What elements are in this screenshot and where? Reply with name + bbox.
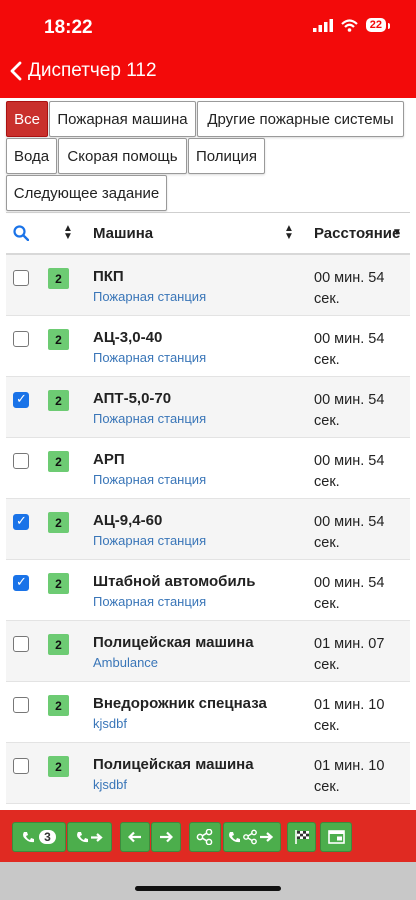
vehicle-name: Полицейская машина bbox=[93, 634, 254, 651]
row-checkbox[interactable] bbox=[13, 636, 29, 652]
arrow-right-icon bbox=[160, 831, 173, 843]
vehicle-station[interactable]: Пожарная станция bbox=[93, 472, 206, 487]
count-badge: 2 bbox=[48, 512, 69, 533]
status-icons: 22 bbox=[312, 18, 391, 32]
vehicle-name: Полицейская машина bbox=[93, 756, 254, 773]
vehicle-distance: 00 мин. 54 сек. bbox=[314, 331, 385, 368]
finish-button[interactable] bbox=[287, 822, 316, 852]
vehicle-name: АПТ-5,0-70 bbox=[93, 390, 172, 407]
row-checkbox[interactable] bbox=[13, 453, 29, 469]
vehicle-distance: 01 мин. 07 сек. bbox=[314, 636, 385, 673]
table-row[interactable]: 2 Штабной автомобиль Пожарная станция 00… bbox=[6, 560, 410, 621]
vehicle-name: АРП bbox=[93, 451, 125, 468]
count-badge: 2 bbox=[48, 573, 69, 594]
call-count-badge: 3 bbox=[39, 830, 56, 844]
next-button[interactable] bbox=[151, 822, 181, 852]
phone-share-forward-icon bbox=[229, 829, 274, 845]
row-checkbox[interactable] bbox=[13, 513, 29, 530]
phone-forward-icon bbox=[76, 831, 103, 842]
phone-icon bbox=[23, 831, 35, 842]
table-header: ▲ ▼ Машина ▲ ▼ Расстояние ▼ bbox=[6, 213, 410, 255]
table-row[interactable]: 2 Полицейская машина kjsdbf 01 мин. 10 се… bbox=[6, 743, 410, 804]
page-title: Диспетчер 112 bbox=[28, 60, 157, 81]
back-button[interactable]: Диспетчер 112 bbox=[10, 60, 157, 82]
count-badge: 2 bbox=[48, 695, 69, 716]
count-badge: 2 bbox=[48, 634, 69, 655]
vehicle-distance: 00 мин. 54 сек. bbox=[314, 270, 385, 307]
home-area bbox=[0, 862, 416, 900]
vehicle-name: АЦ-3,0-40 bbox=[93, 329, 163, 346]
filter-other-fire-systems[interactable]: Другие пожарные системы bbox=[197, 101, 404, 137]
column-vehicle[interactable]: Машина bbox=[93, 225, 153, 242]
call-button[interactable]: 3 bbox=[12, 822, 66, 852]
row-checkbox[interactable] bbox=[13, 270, 29, 286]
home-indicator[interactable] bbox=[135, 886, 281, 891]
sort-icon[interactable]: ▲ ▼ bbox=[284, 224, 294, 242]
vehicle-station[interactable]: Пожарная станция bbox=[93, 533, 206, 548]
window-button[interactable] bbox=[320, 822, 352, 852]
vehicle-name: АЦ-9,4-60 bbox=[93, 512, 163, 529]
count-badge: 2 bbox=[48, 268, 69, 289]
signal-icon bbox=[312, 18, 333, 32]
vehicle-name: Штабной автомобиль bbox=[93, 573, 256, 590]
row-checkbox[interactable] bbox=[13, 697, 29, 713]
vehicle-distance: 01 мин. 10 сек. bbox=[314, 758, 385, 795]
vehicle-station[interactable]: Пожарная станция bbox=[93, 289, 206, 304]
vehicle-station[interactable]: Пожарная станция bbox=[93, 594, 206, 609]
window-icon bbox=[327, 830, 345, 844]
status-time: 18:22 bbox=[44, 17, 93, 38]
row-checkbox[interactable] bbox=[13, 758, 29, 774]
vehicle-station[interactable]: Пожарная станция bbox=[93, 411, 206, 426]
filter-water[interactable]: Вода bbox=[6, 138, 57, 174]
table-row[interactable]: 2 АЦ-3,0-40 Пожарная станция 00 мин. 54 с… bbox=[6, 316, 410, 377]
bottom-toolbar: 3 bbox=[0, 810, 416, 862]
search-icon[interactable] bbox=[13, 225, 29, 241]
table-row[interactable]: 2 Внедорожник спецназа kjsdbf 01 мин. 10… bbox=[6, 682, 410, 743]
filter-all[interactable]: Все bbox=[6, 101, 48, 137]
previous-button[interactable] bbox=[120, 822, 150, 852]
filter-ambulance[interactable]: Скорая помощь bbox=[58, 138, 187, 174]
vehicle-station[interactable]: kjsdbf bbox=[93, 716, 127, 731]
sort-icon[interactable]: ▲ ▼ bbox=[63, 224, 73, 242]
vehicle-name: ПКП bbox=[93, 268, 124, 285]
table-row[interactable]: 2 ПКП Пожарная станция 00 мин. 54 сек. bbox=[6, 255, 410, 316]
table-row[interactable]: 2 Полицейская машина Ambulance 01 мин. 0… bbox=[6, 621, 410, 682]
vehicle-distance: 00 мин. 54 сек. bbox=[314, 453, 385, 490]
vehicle-station[interactable]: Ambulance bbox=[93, 655, 158, 670]
vehicle-distance: 00 мин. 54 сек. bbox=[314, 514, 385, 551]
checkered-flag-icon bbox=[294, 830, 309, 844]
wifi-icon bbox=[340, 18, 358, 32]
app-header: 18:22 22 Диспетчер 112 bbox=[0, 0, 416, 98]
table-row[interactable]: 2 АРП Пожарная станция 00 мин. 54 сек. bbox=[6, 438, 410, 499]
row-checkbox[interactable] bbox=[13, 331, 29, 347]
table-row[interactable]: 2 АЦ-9,4-60 Пожарная станция 00 мин. 54с… bbox=[6, 499, 410, 560]
vehicle-station[interactable]: kjsdbf bbox=[93, 777, 127, 792]
arrow-left-icon bbox=[128, 831, 141, 843]
chevron-left-icon bbox=[10, 61, 22, 81]
count-badge: 2 bbox=[48, 390, 69, 411]
vehicle-distance: 00 мин. 54 сек. bbox=[314, 392, 385, 429]
filter-next-task[interactable]: Следующее задание bbox=[6, 175, 167, 211]
share-nodes-icon bbox=[196, 829, 213, 845]
call-forward-button[interactable] bbox=[67, 822, 112, 852]
row-checkbox[interactable] bbox=[13, 574, 29, 591]
table-row[interactable]: 2 АПТ-5,0-70 Пожарная станция 00 мин. 54… bbox=[6, 377, 410, 438]
vehicle-distance: 00 мин. 54 сек. bbox=[314, 575, 385, 612]
vehicle-table: ▲ ▼ Машина ▲ ▼ Расстояние ▼ 2 ПКП Пожарная… bbox=[6, 212, 410, 804]
filter-fire-truck[interactable]: Пожарная машина bbox=[49, 101, 196, 137]
vehicle-station[interactable]: Пожарная станция bbox=[93, 350, 206, 365]
filter-police[interactable]: Полиция bbox=[188, 138, 265, 174]
call-share-forward-button[interactable] bbox=[223, 822, 281, 852]
vehicle-name: Внедорожник спецназа bbox=[93, 695, 267, 712]
battery-icon: 22 bbox=[365, 18, 391, 32]
vehicle-distance: 01 мин. 10 сек. bbox=[314, 697, 385, 734]
count-badge: 2 bbox=[48, 451, 69, 472]
count-badge: 2 bbox=[48, 756, 69, 777]
share-button[interactable] bbox=[189, 822, 221, 852]
column-distance[interactable]: Расстояние bbox=[314, 225, 400, 242]
sort-desc-icon[interactable]: ▼ bbox=[392, 228, 402, 238]
count-badge: 2 bbox=[48, 329, 69, 350]
row-checkbox[interactable] bbox=[13, 391, 29, 408]
